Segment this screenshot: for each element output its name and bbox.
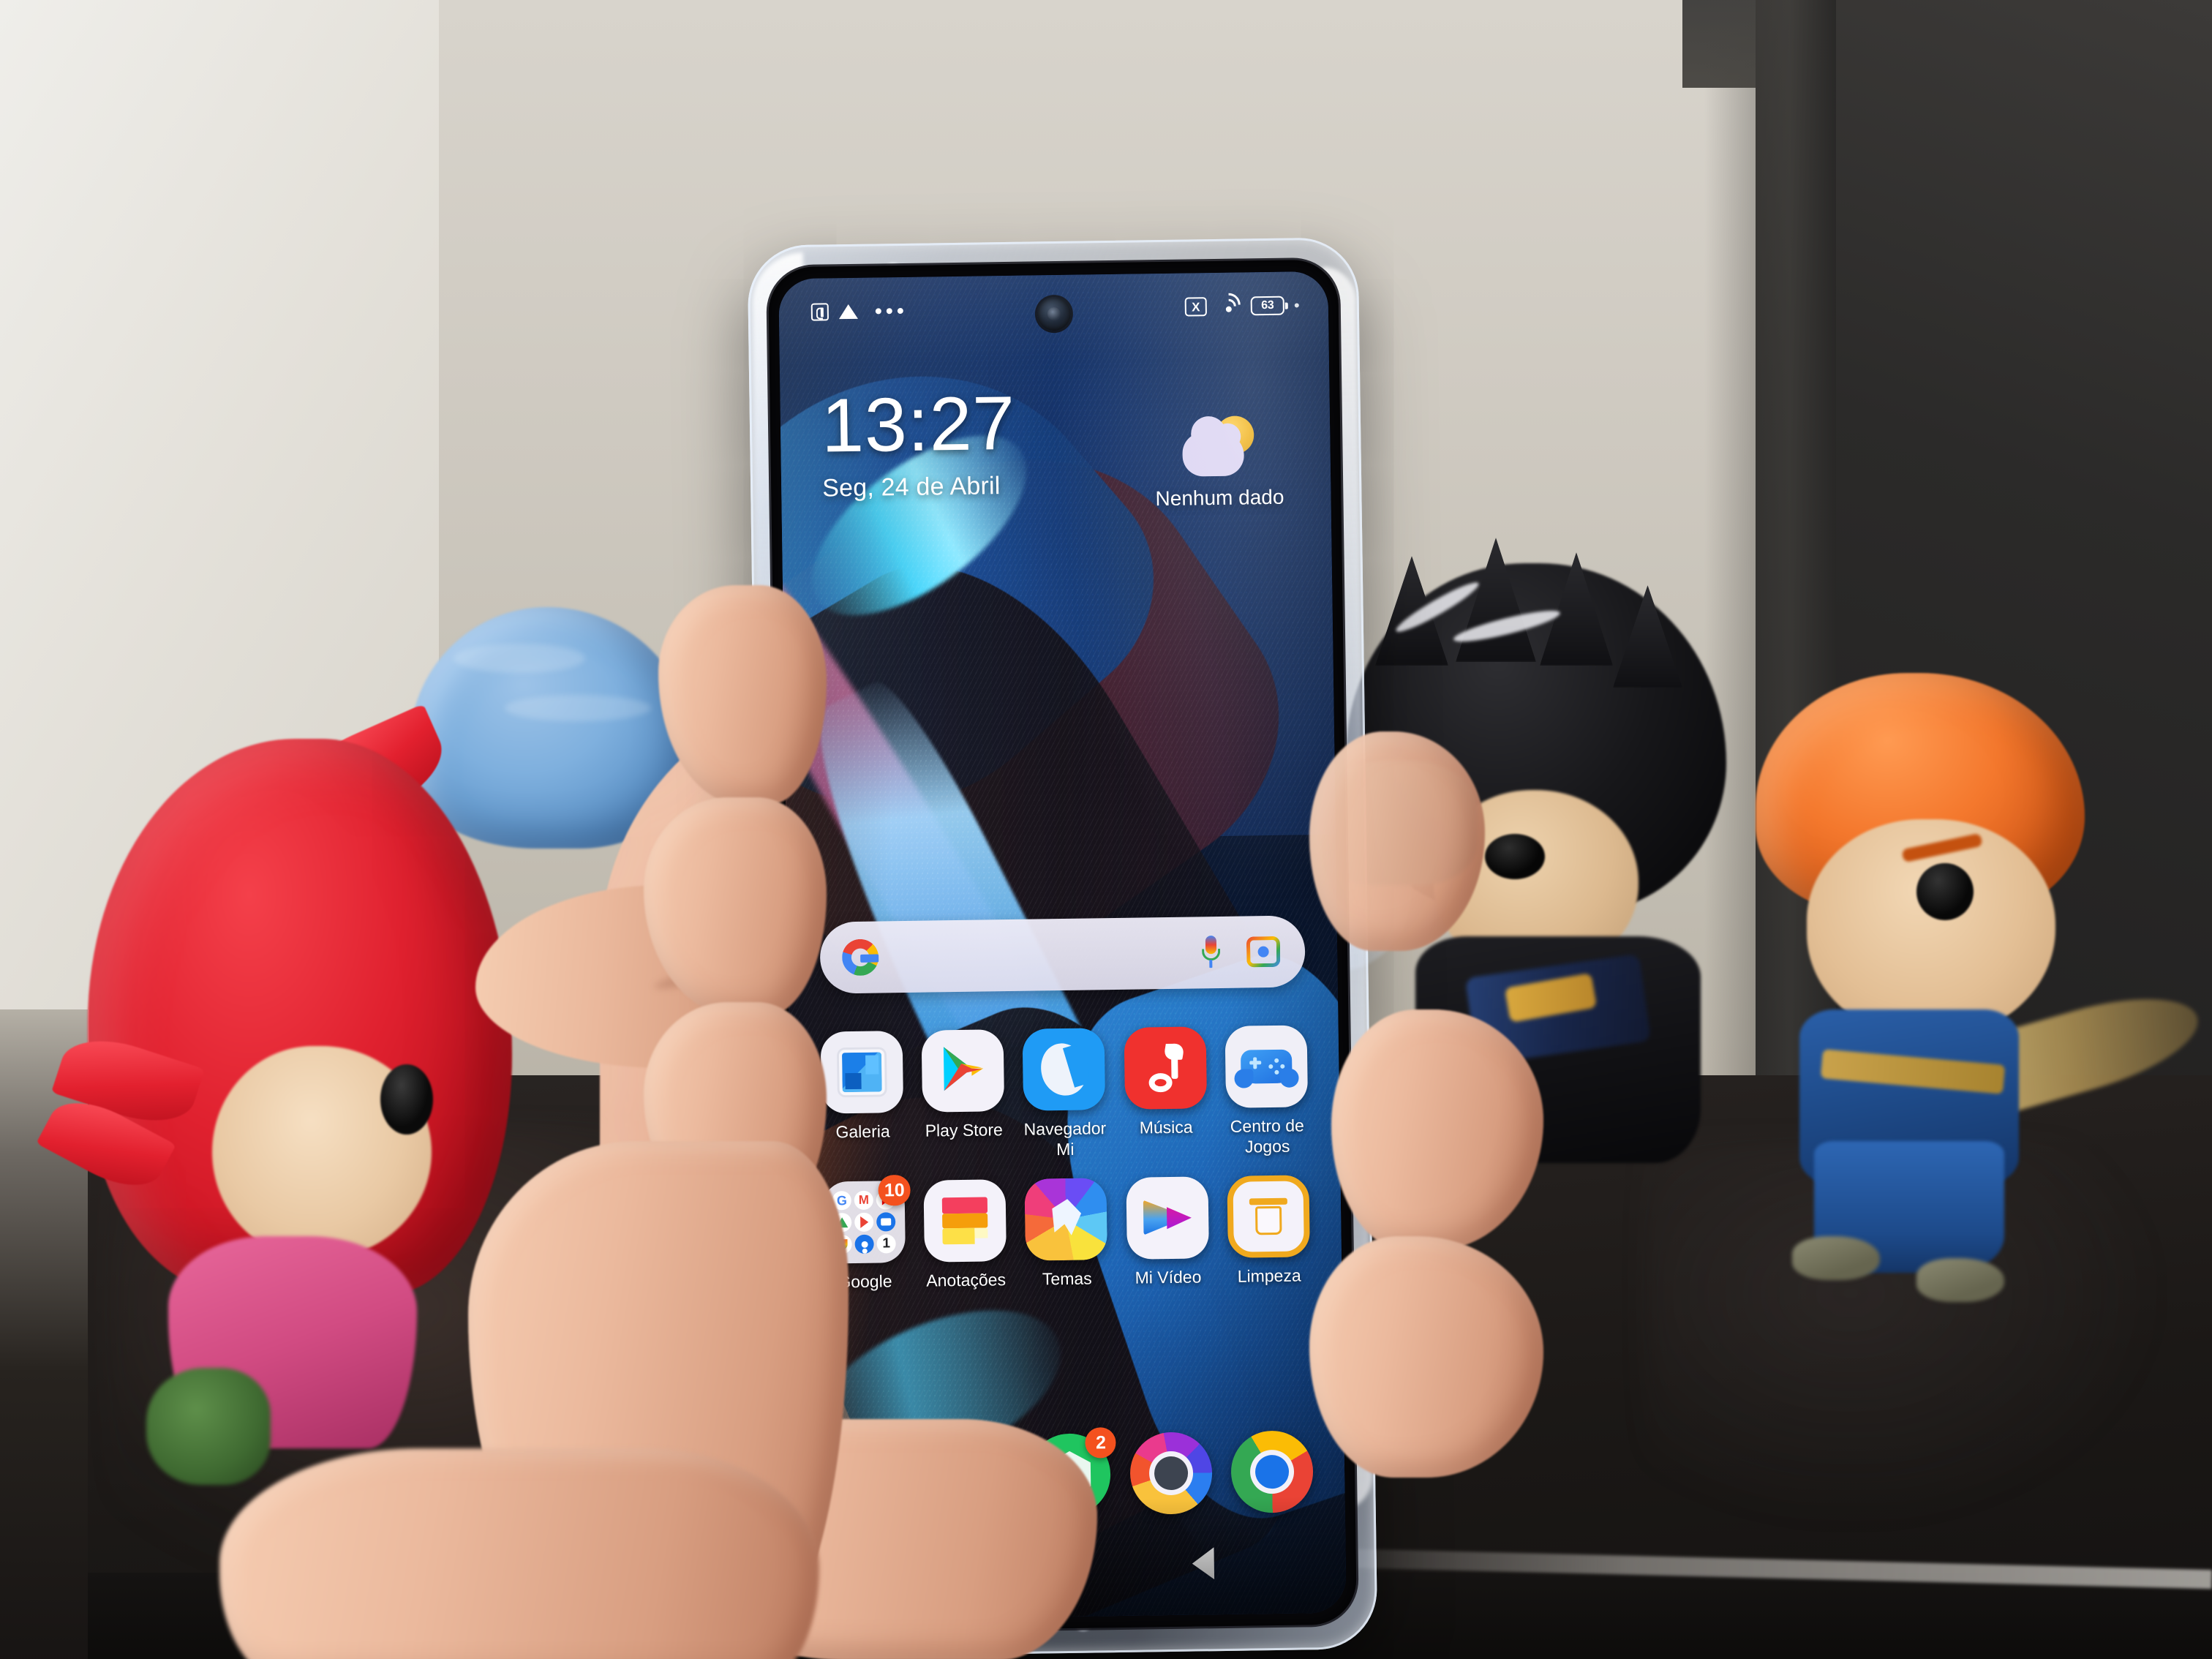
app-label: Anotações bbox=[926, 1270, 1007, 1290]
status-bar-dot bbox=[1294, 303, 1299, 308]
weather-widget[interactable]: Nenhum dado bbox=[1154, 415, 1284, 511]
photo-scene: X 63 13:27 Seg, 24 de Abril Nenhum dado … bbox=[0, 0, 2212, 1659]
mi-video-icon bbox=[1126, 1176, 1209, 1260]
gallery-icon bbox=[820, 1031, 904, 1114]
wrist bbox=[219, 1448, 819, 1659]
mini-gmail-icon bbox=[854, 1190, 874, 1211]
status-bar-right: X 63 bbox=[1184, 288, 1299, 322]
play-store-icon bbox=[921, 1029, 1005, 1113]
finger-tip-right-upper bbox=[1309, 731, 1485, 951]
funko-red-base bbox=[146, 1368, 271, 1485]
wall-corner-shadow bbox=[1704, 0, 1836, 1170]
notification-badge: 2 bbox=[1085, 1427, 1117, 1459]
phone-screen: X 63 13:27 Seg, 24 de Abril Nenhum dado … bbox=[778, 271, 1347, 1621]
notification-badge: 10 bbox=[878, 1175, 911, 1206]
app-label: Galeria bbox=[835, 1121, 890, 1142]
mi-browser-icon bbox=[1023, 1028, 1106, 1111]
app-label: Temas bbox=[1042, 1268, 1092, 1289]
microphone-icon[interactable] bbox=[1200, 936, 1222, 969]
app-label: Centro de Jogos bbox=[1230, 1116, 1305, 1156]
play-store-glyph bbox=[944, 1047, 984, 1091]
funko-orange-eye bbox=[1916, 863, 1974, 920]
funko-orange-shoe bbox=[1792, 1236, 1880, 1280]
app-centro-de-jogos[interactable]: Centro de Jogos bbox=[1215, 1025, 1318, 1157]
app-row: Galeria Play Store Navegador Mi Música C… bbox=[811, 1025, 1318, 1163]
notes-icon bbox=[923, 1179, 1007, 1263]
funko-red-eye bbox=[380, 1064, 433, 1135]
app-label: Música bbox=[1139, 1117, 1193, 1137]
mini-one-icon: 1 bbox=[876, 1234, 896, 1254]
funko-orange-shoe bbox=[1916, 1258, 2004, 1302]
app-anotacoes[interactable]: Anotações bbox=[914, 1179, 1017, 1292]
app-label: Navegador Mi bbox=[1023, 1118, 1107, 1159]
app-label: Mi Vídeo bbox=[1135, 1267, 1202, 1287]
nfc-icon bbox=[810, 303, 830, 321]
music-icon bbox=[1124, 1026, 1207, 1110]
google-lens-camera-icon[interactable] bbox=[1246, 936, 1281, 968]
back-triangle-icon[interactable] bbox=[1191, 1547, 1214, 1580]
battery-icon: 63 bbox=[1250, 296, 1284, 316]
themes-icon bbox=[1024, 1178, 1108, 1261]
app-row: G 1 10 Google bbox=[813, 1175, 1320, 1293]
no-sim-label: X bbox=[1191, 299, 1200, 314]
game-center-icon bbox=[1224, 1025, 1308, 1108]
clock-date: Seg, 24 de Abril bbox=[821, 472, 1001, 503]
app-limpeza[interactable]: Limpeza bbox=[1217, 1175, 1320, 1287]
wifi-icon bbox=[1212, 288, 1246, 322]
search-actions bbox=[1200, 935, 1281, 970]
chrome-alt-icon bbox=[1129, 1432, 1213, 1515]
cloud-icon bbox=[1182, 432, 1245, 477]
sun-behind-cloud-icon bbox=[1181, 415, 1257, 477]
status-bar-left bbox=[810, 302, 903, 321]
google-search-bar[interactable] bbox=[819, 915, 1306, 994]
notification-triangle-icon bbox=[838, 304, 858, 320]
google-g-icon bbox=[841, 938, 879, 977]
more-notifications-icon bbox=[875, 307, 903, 315]
app-temas[interactable]: Temas bbox=[1015, 1178, 1118, 1290]
clock-time: 13:27 bbox=[821, 380, 1017, 469]
chrome-icon bbox=[1230, 1430, 1314, 1513]
app-label: Limpeza bbox=[1237, 1265, 1301, 1286]
mini-contacts-icon bbox=[854, 1234, 874, 1254]
app-play-store[interactable]: Play Store bbox=[912, 1029, 1015, 1162]
dock-item-chrome[interactable] bbox=[1221, 1430, 1323, 1513]
app-musica[interactable]: Música bbox=[1114, 1026, 1217, 1159]
app-label: Play Store bbox=[925, 1120, 1003, 1140]
app-grid: Galeria Play Store Navegador Mi Música C… bbox=[811, 1025, 1320, 1312]
weather-label: Nenhum dado bbox=[1155, 485, 1284, 511]
dock-item-chrome-canary[interactable] bbox=[1120, 1432, 1222, 1515]
app-mi-video[interactable]: Mi Vídeo bbox=[1116, 1176, 1219, 1289]
battery-percent-label: 63 bbox=[1261, 298, 1274, 312]
finger-tip-right-lower bbox=[1309, 1236, 1543, 1478]
clock-widget[interactable]: 13:27 Seg, 24 de Abril bbox=[821, 380, 1017, 503]
mini-play-icon bbox=[854, 1212, 874, 1233]
no-sim-icon: X bbox=[1184, 297, 1207, 317]
app-navegador-mi[interactable]: Navegador Mi bbox=[1013, 1028, 1116, 1160]
mini-meet-icon bbox=[876, 1212, 896, 1232]
cleaner-icon bbox=[1227, 1175, 1310, 1259]
